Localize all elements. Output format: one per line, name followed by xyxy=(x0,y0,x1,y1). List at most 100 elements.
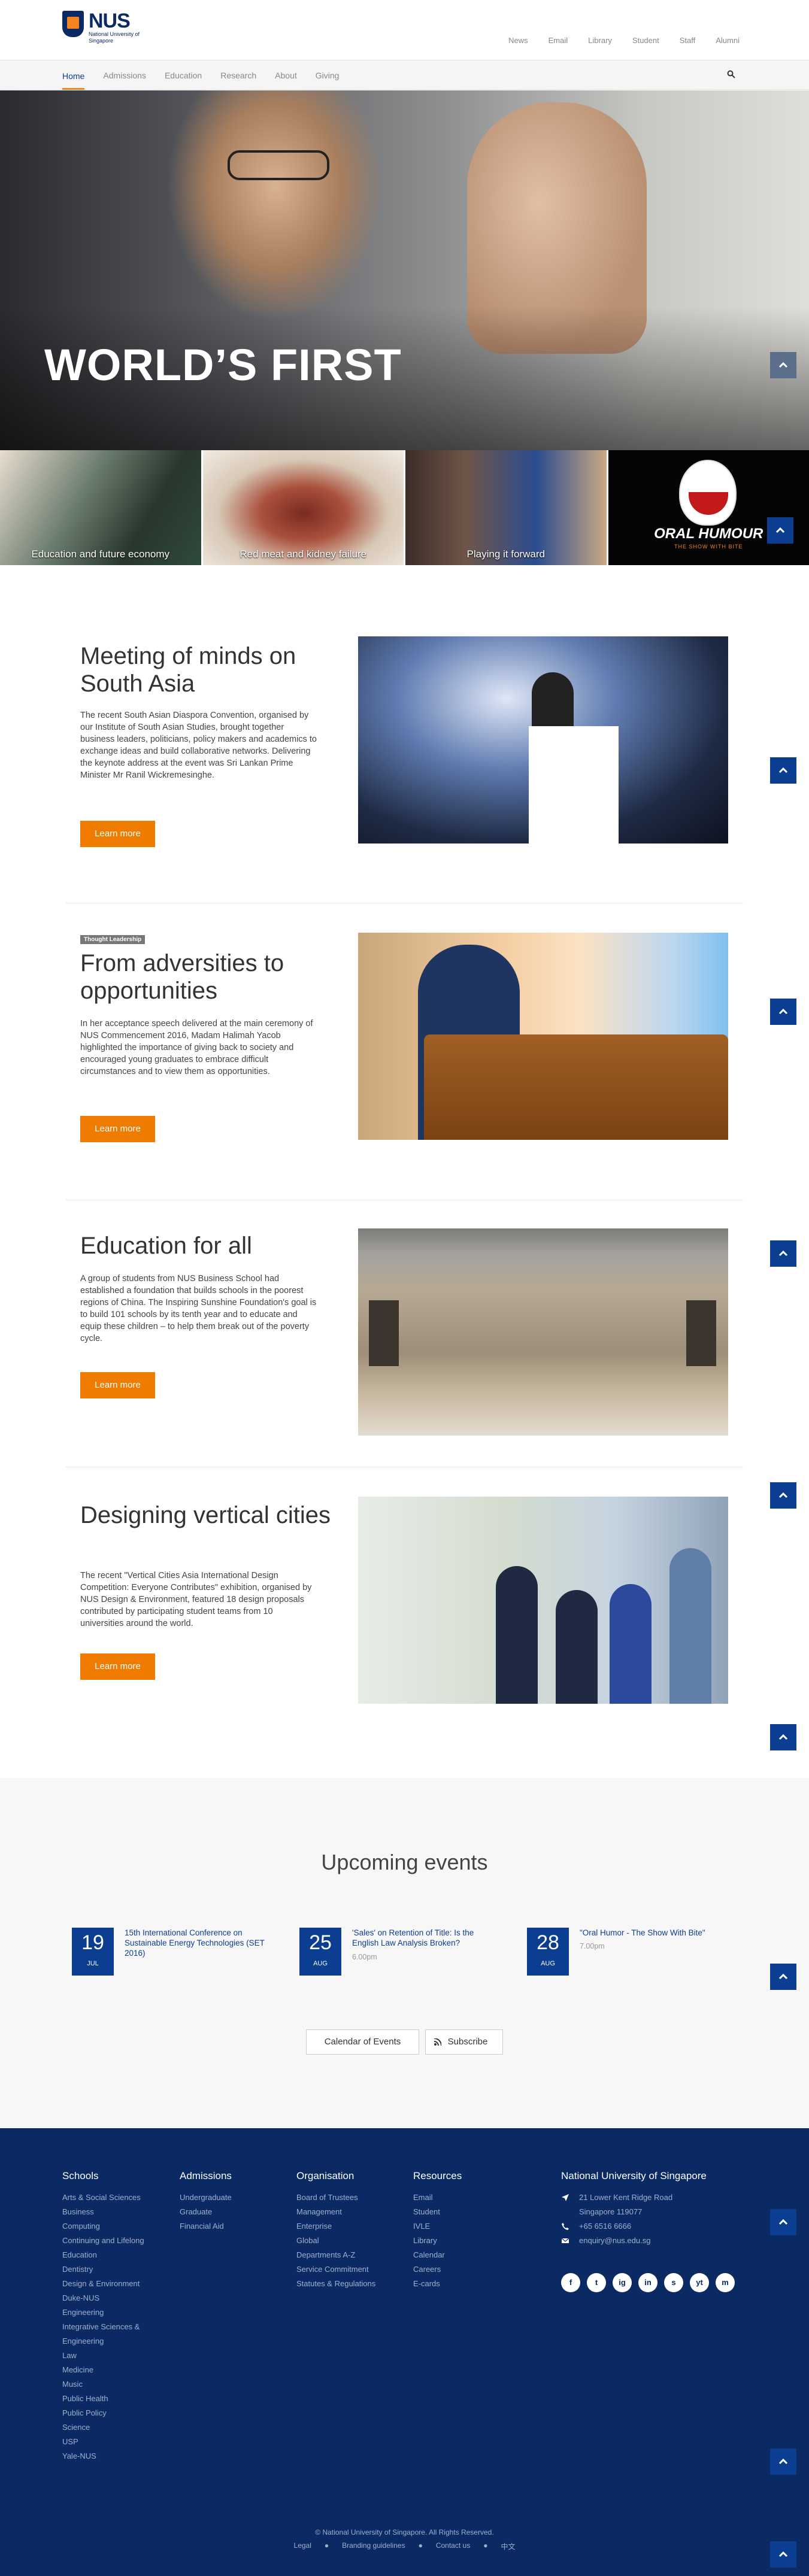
story-title[interactable]: Designing vertical cities xyxy=(80,1501,332,1529)
story-title[interactable]: Education for all xyxy=(80,1232,332,1260)
footer-link[interactable]: Integrative Sciences & Engineering xyxy=(62,2320,176,2349)
scroll-up-button[interactable] xyxy=(770,1240,796,1267)
scroll-up-button[interactable] xyxy=(770,352,796,378)
story-title[interactable]: From adversities to opportunities xyxy=(80,949,332,1005)
footer-link[interactable]: Medicine xyxy=(62,2363,176,2377)
event-title[interactable]: "Oral Humor - The Show With Bite" xyxy=(580,1928,729,1938)
twitter-icon[interactable]: t xyxy=(587,2273,606,2292)
footer-link[interactable]: Global xyxy=(296,2234,410,2248)
utility-link-staff[interactable]: Staff xyxy=(680,36,696,45)
utility-link-library[interactable]: Library xyxy=(588,36,612,45)
footer-link[interactable]: Engineering xyxy=(62,2305,176,2320)
footer-link[interactable]: Design & Environment xyxy=(62,2277,176,2291)
scroll-up-button[interactable] xyxy=(770,2209,796,2235)
scroll-up-button[interactable] xyxy=(770,1964,796,1990)
footer-link[interactable]: Business xyxy=(62,2205,176,2219)
subscribe-button[interactable]: Subscribe xyxy=(425,2029,503,2055)
event-item[interactable]: 28 AUG "Oral Humor - The Show With Bite" … xyxy=(527,1928,743,1982)
event-item[interactable]: 25 AUG 'Sales' on Retention of Title: Is … xyxy=(299,1928,515,1982)
music-icon[interactable]: m xyxy=(716,2273,735,2292)
scroll-up-button[interactable] xyxy=(770,2448,796,2475)
footer-link[interactable]: Law xyxy=(62,2349,176,2363)
story-image[interactable] xyxy=(358,1228,728,1436)
contact-link[interactable]: Contact us xyxy=(436,2541,470,2551)
search-icon[interactable] xyxy=(727,70,735,78)
scroll-up-button[interactable] xyxy=(770,757,796,784)
nav-research[interactable]: Research xyxy=(220,71,256,80)
footer-link[interactable]: Computing xyxy=(62,2219,176,2234)
story-image[interactable] xyxy=(358,1497,728,1704)
phone-number: +65 6516 6666 xyxy=(579,2222,632,2231)
footer-link[interactable]: Management xyxy=(296,2205,410,2219)
footer-link[interactable]: Enterprise xyxy=(296,2219,410,2234)
footer-link[interactable]: USP xyxy=(62,2435,176,2449)
tile-education-economy[interactable]: Education and future economy xyxy=(0,450,203,565)
utility-link-email[interactable]: Email xyxy=(549,36,568,45)
footer-link[interactable]: Graduate xyxy=(180,2205,293,2219)
footer-link[interactable]: Public Health xyxy=(62,2392,176,2406)
nav-admissions[interactable]: Admissions xyxy=(103,71,146,80)
footer-link[interactable]: IVLE xyxy=(413,2219,527,2234)
utility-link-student[interactable]: Student xyxy=(632,36,659,45)
nav-home[interactable]: Home xyxy=(62,71,85,90)
footer-link[interactable]: Careers xyxy=(413,2262,527,2277)
scroll-up-button[interactable] xyxy=(770,1482,796,1509)
instagram-icon[interactable]: ig xyxy=(613,2273,632,2292)
footer-link[interactable]: Statutes & Regulations xyxy=(296,2277,410,2291)
tile-playing-forward[interactable]: Playing it forward xyxy=(405,450,608,565)
branding-link[interactable]: Branding guidelines xyxy=(342,2541,405,2551)
scroll-up-button[interactable] xyxy=(770,1724,796,1750)
learn-more-button[interactable]: Learn more xyxy=(80,1372,155,1398)
footer-link[interactable]: Yale-NUS xyxy=(62,2449,176,2463)
contact-email[interactable]: enquiry@nus.edu.sg xyxy=(561,2234,741,2248)
footer-link[interactable]: Library xyxy=(413,2234,527,2248)
utility-link-news[interactable]: News xyxy=(508,36,528,45)
nav-giving[interactable]: Giving xyxy=(316,71,340,80)
chevron-up-icon xyxy=(778,2219,788,2225)
hero-banner[interactable]: WORLD’S FIRST xyxy=(0,90,809,450)
learn-more-button[interactable]: Learn more xyxy=(80,1653,155,1680)
footer-link[interactable]: Science xyxy=(62,2420,176,2435)
logo-subtitle: National University of Singapore xyxy=(89,31,140,44)
linkedin-icon[interactable]: in xyxy=(638,2273,657,2292)
story-image[interactable] xyxy=(358,636,728,844)
facebook-icon[interactable]: f xyxy=(561,2273,580,2292)
event-title[interactable]: 15th International Conference on Sustain… xyxy=(125,1928,274,1958)
footer-link[interactable]: Service Commitment xyxy=(296,2262,410,2277)
utility-link-alumni[interactable]: Alumni xyxy=(716,36,740,45)
footer-link[interactable]: Arts & Social Sciences xyxy=(62,2190,176,2205)
footer-link[interactable]: Email xyxy=(413,2190,527,2205)
nav-education[interactable]: Education xyxy=(165,71,202,80)
legal-link[interactable]: Legal xyxy=(294,2541,311,2551)
tile-oral-humour[interactable]: ORAL HUMOUR THE SHOW WITH BITE xyxy=(608,450,809,565)
footer-link[interactable]: Financial Aid xyxy=(180,2219,293,2234)
scroll-up-button[interactable] xyxy=(766,517,793,544)
footer-link[interactable]: Departments A-Z xyxy=(296,2248,410,2262)
footer-link[interactable]: Duke-NUS xyxy=(62,2291,176,2305)
snapchat-icon[interactable]: s xyxy=(664,2273,683,2292)
footer-link[interactable]: Dentistry xyxy=(62,2262,176,2277)
footer-link[interactable]: Student xyxy=(413,2205,527,2219)
footer-link[interactable]: E-cards xyxy=(413,2277,527,2291)
footer-link[interactable]: Music xyxy=(62,2377,176,2392)
learn-more-button[interactable]: Learn more xyxy=(80,821,155,847)
scroll-up-button[interactable] xyxy=(770,999,796,1025)
story-title[interactable]: Meeting of minds on South Asia xyxy=(80,642,332,697)
footer-link[interactable]: Calendar xyxy=(413,2248,527,2262)
footer-link[interactable]: Continuing and Lifelong Education xyxy=(62,2234,176,2262)
event-item[interactable]: 19 JUL 15th International Conference on S… xyxy=(72,1928,287,1982)
separator-dot-icon: ● xyxy=(483,2541,488,2550)
footer-link[interactable]: Public Policy xyxy=(62,2406,176,2420)
youtube-icon[interactable]: yt xyxy=(690,2273,709,2292)
footer-link[interactable]: Board of Trustees xyxy=(296,2190,410,2205)
event-title[interactable]: 'Sales' on Retention of Title: Is the En… xyxy=(352,1928,502,1948)
nav-about[interactable]: About xyxy=(275,71,297,80)
learn-more-button[interactable]: Learn more xyxy=(80,1116,155,1142)
footer-link[interactable]: Undergraduate xyxy=(180,2190,293,2205)
nus-logo[interactable]: NUS National University of Singapore xyxy=(62,10,152,48)
calendar-of-events-button[interactable]: Calendar of Events xyxy=(306,2029,419,2055)
story-image[interactable] xyxy=(358,933,728,1140)
contact-phone[interactable]: +65 6516 6666 xyxy=(561,2219,741,2234)
chinese-link[interactable]: 中文 xyxy=(501,2541,515,2551)
tile-red-meat[interactable]: Red meat and kidney failure xyxy=(202,450,405,565)
